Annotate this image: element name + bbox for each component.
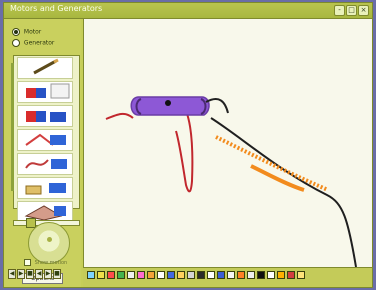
nav-button-1[interactable]: ◀: [8, 269, 16, 279]
orange-wire: [215, 135, 329, 192]
drawing-canvas[interactable]: [83, 19, 372, 268]
tool-pencil[interactable]: [17, 57, 73, 79]
maximize-button[interactable]: □: [346, 5, 357, 16]
tool-coil[interactable]: [17, 129, 73, 151]
show-motion-row[interactable]: Show motion: [24, 259, 67, 266]
color-swatch-16[interactable]: [237, 271, 245, 279]
red-wire-loop: [175, 103, 194, 193]
color-swatch-8[interactable]: [157, 271, 165, 279]
color-swatch-17[interactable]: [247, 271, 255, 279]
color-swatch-14[interactable]: [217, 271, 225, 279]
nav-button-3[interactable]: ■: [26, 269, 34, 279]
nav-button-5[interactable]: ▶: [44, 269, 52, 279]
color-swatch-5[interactable]: [127, 271, 135, 279]
coil-icon: [25, 133, 66, 146]
left-panel: Motor Generator Show motion: [4, 19, 81, 287]
color-swatch-10[interactable]: [177, 271, 185, 279]
rotation-joystick[interactable]: [28, 222, 70, 264]
tool-wire[interactable]: [17, 153, 73, 175]
tool-scroll[interactable]: [11, 63, 14, 191]
wire-icon: [25, 159, 67, 169]
color-swatch-22[interactable]: [297, 271, 305, 279]
magnet-blue-icon: [26, 111, 66, 122]
red-wire-left: [105, 112, 134, 120]
checkbox-icon: [24, 259, 31, 266]
color-swatch-20[interactable]: [277, 271, 285, 279]
joystick-center-icon: [47, 237, 52, 242]
color-swatch-9[interactable]: [167, 271, 175, 279]
nav-button-2[interactable]: ▶: [17, 269, 25, 279]
motor-body: [130, 96, 210, 116]
generator-radio-label: Generator: [23, 39, 55, 47]
minimize-button[interactable]: -: [334, 5, 345, 16]
title-bar: Motors and Generators - □ ×: [4, 3, 372, 19]
app-window: Motors and Generators - □ × Motor Genera…: [3, 2, 373, 288]
color-swatch-1[interactable]: [87, 271, 95, 279]
window-title: Motors and Generators: [10, 4, 103, 13]
nav-button-4[interactable]: ◀: [35, 269, 43, 279]
pencil-icon: [33, 58, 59, 75]
motor-radio-label: Motor: [23, 28, 42, 36]
color-swatch-4[interactable]: [117, 271, 125, 279]
circuit-drawing: [105, 96, 357, 268]
color-swatch-19[interactable]: [267, 271, 275, 279]
color-swatch-3[interactable]: [107, 271, 115, 279]
color-swatch-13[interactable]: [207, 271, 215, 279]
playback-controls: ◀ ▶ ■ ◀ ▶ ■: [8, 269, 61, 281]
tool-magnet-blue[interactable]: [17, 105, 73, 127]
magnet-red-icon: [26, 83, 70, 99]
battery-icon: [25, 183, 66, 195]
color-palette: [87, 269, 370, 281]
black-wire-long: [210, 117, 357, 268]
color-swatch-15[interactable]: [227, 271, 235, 279]
motor-radio-row[interactable]: Motor: [12, 28, 41, 36]
color-swatch-11[interactable]: [187, 271, 195, 279]
motor-dot: [165, 100, 171, 106]
tool-magnet-red[interactable]: [17, 81, 73, 103]
color-swatch-21[interactable]: [287, 271, 295, 279]
radio-icon: [12, 28, 20, 36]
color-swatch-18[interactable]: [257, 271, 265, 279]
generator-radio-row[interactable]: Generator: [12, 39, 54, 47]
tool-battery[interactable]: [17, 177, 73, 199]
radio-icon: [12, 39, 20, 47]
color-swatch-2[interactable]: [97, 271, 105, 279]
color-swatch-7[interactable]: [147, 271, 155, 279]
show-motion-label: Show motion: [34, 260, 68, 266]
color-swatch-12[interactable]: [197, 271, 205, 279]
nav-button-6[interactable]: ■: [53, 269, 61, 279]
color-swatch-6[interactable]: [137, 271, 145, 279]
close-button[interactable]: ×: [358, 5, 369, 16]
